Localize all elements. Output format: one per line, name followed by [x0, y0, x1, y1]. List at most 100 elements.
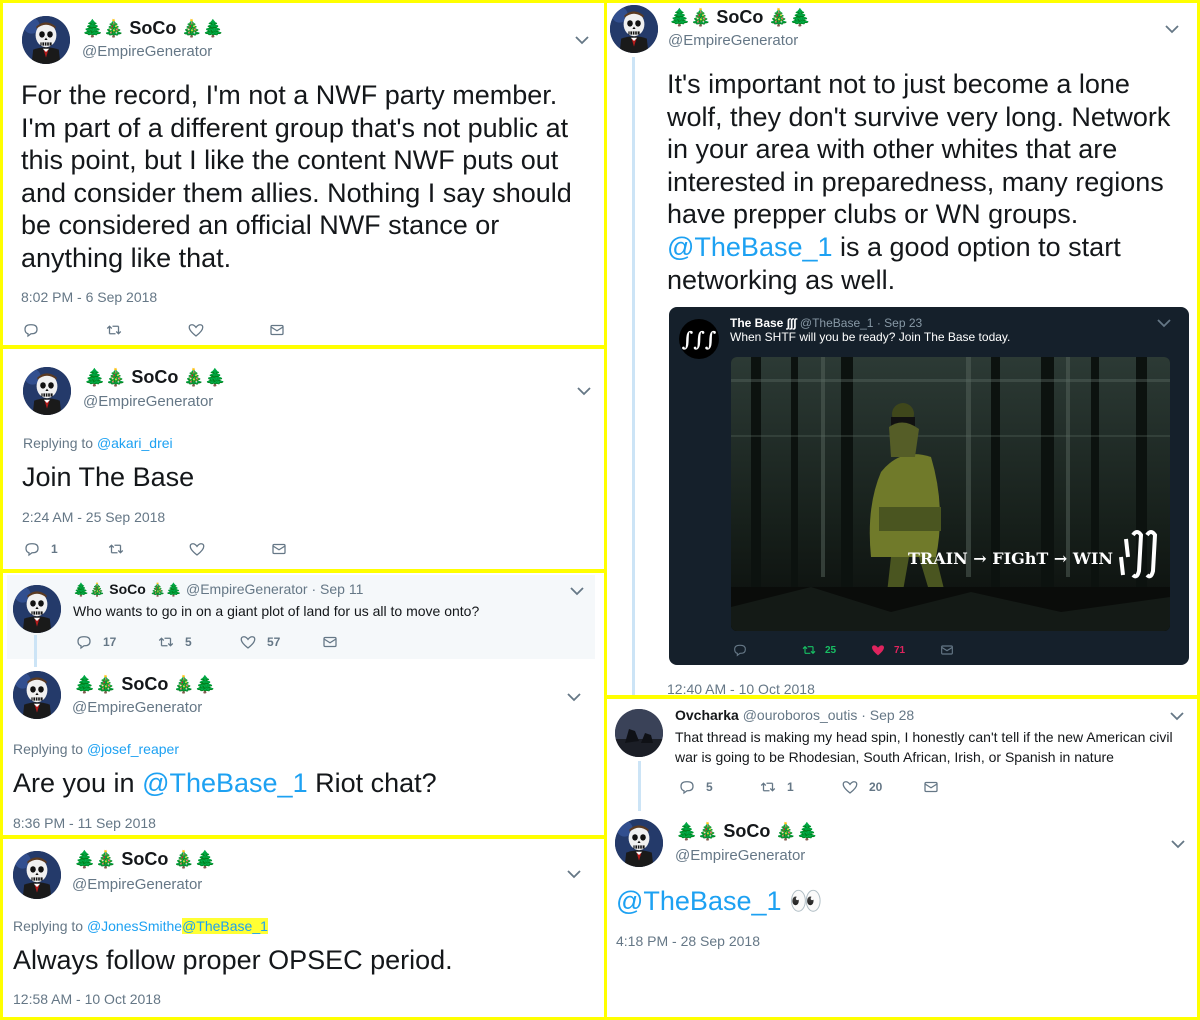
display-name[interactable]: 🌲🎄 SoCo 🎄🌲: [84, 367, 226, 388]
timestamp[interactable]: 2:24 AM - 25 Sep 2018: [22, 509, 165, 525]
like-button[interactable]: 57: [239, 633, 280, 651]
parent-name[interactable]: SoCo: [109, 581, 146, 597]
retweet-icon: [801, 642, 817, 658]
user-handle[interactable]: @EmpireGenerator: [72, 876, 202, 893]
name-text: SoCo: [723, 821, 771, 841]
parent-date[interactable]: · Sep 11: [311, 581, 363, 597]
tweet-panel-3: 🌲🎄 SoCo 🎄🌲 @EmpireGenerator · Sep 11 Who…: [3, 573, 604, 835]
tweet-panel-4: 🌲🎄 SoCo 🎄🌲 @EmpireGenerator Replying to …: [3, 839, 604, 1017]
tree-emoji: 🌲: [84, 368, 106, 387]
quoted-tweet-card[interactable]: ∫∫∫ The Base ∫∫∫ @TheBase_1 · Sep 23 Whe…: [669, 307, 1189, 665]
replying-to-link[interactable]: @akari_drei: [97, 435, 173, 451]
parent-name[interactable]: Ovcharka: [675, 707, 739, 723]
chevron-down-icon[interactable]: [574, 34, 590, 46]
timestamp[interactable]: 12:40 AM - 10 Oct 2018: [667, 681, 815, 695]
display-name[interactable]: 🌲🎄 SoCo 🎄🌲: [74, 674, 216, 695]
timestamp[interactable]: 12:58 AM - 10 Oct 2018: [13, 991, 161, 1007]
quoted-handle[interactable]: @TheBase_1: [800, 316, 874, 330]
heart-icon: [841, 778, 859, 796]
parent-handle[interactable]: @EmpireGenerator: [186, 581, 308, 597]
text-part: Are you in: [13, 768, 143, 798]
avatar[interactable]: [22, 16, 70, 64]
mention-link[interactable]: @TheBase_1: [142, 768, 308, 798]
heart-icon: [870, 642, 886, 658]
retweet-button[interactable]: 25: [801, 642, 836, 658]
parent-tweet[interactable]: Ovcharka @ouroboros_outis · Sep 28 That …: [607, 699, 1197, 804]
chevron-down-icon[interactable]: [569, 585, 585, 597]
heart-icon[interactable]: [187, 321, 205, 339]
user-handle[interactable]: @EmpireGenerator: [72, 699, 202, 716]
user-handle[interactable]: @EmpireGenerator: [82, 43, 212, 60]
heart-icon[interactable]: [188, 540, 206, 558]
reply-icon[interactable]: [732, 642, 748, 658]
envelope-icon[interactable]: [270, 540, 288, 558]
thread-line: [34, 635, 37, 667]
avatar[interactable]: [13, 851, 61, 899]
reply-button[interactable]: 1: [23, 540, 58, 558]
avatar[interactable]: [615, 819, 663, 867]
user-handle[interactable]: @EmpireGenerator: [675, 847, 805, 864]
avatar[interactable]: [610, 5, 658, 53]
retweet-button[interactable]: 1: [759, 778, 794, 796]
tweet-panel-5: 🌲🎄 SoCo 🎄🌲 @EmpireGenerator It's importa…: [607, 3, 1197, 695]
ovcharka-avatar[interactable]: [615, 709, 663, 757]
envelope-icon[interactable]: [321, 633, 339, 651]
name-text: SoCo: [121, 849, 169, 869]
heart-icon: [239, 633, 257, 651]
chevron-down-icon[interactable]: [1170, 838, 1186, 850]
parent-handle[interactable]: @ouroboros_outis: [743, 707, 858, 723]
chevron-down-icon[interactable]: [566, 868, 582, 880]
parent-tweet[interactable]: 🌲🎄 SoCo 🎄🌲 @EmpireGenerator · Sep 11 Who…: [7, 575, 595, 659]
reply-icon[interactable]: [22, 321, 40, 339]
tree-emoji: 🌲: [669, 8, 691, 27]
timestamp[interactable]: 8:36 PM - 11 Sep 2018: [13, 815, 156, 831]
chevron-down-icon[interactable]: [576, 385, 592, 397]
retweet-button[interactable]: 5: [157, 633, 192, 651]
retweet-icon: [157, 633, 175, 651]
envelope-icon[interactable]: [939, 642, 955, 658]
display-name[interactable]: 🌲🎄 SoCo 🎄🌲: [82, 18, 224, 39]
chevron-down-icon[interactable]: [1156, 317, 1172, 329]
replying-to-link-highlighted[interactable]: @TheBase_1: [182, 918, 268, 934]
replying-to-link[interactable]: @josef_reaper: [87, 741, 179, 757]
display-name[interactable]: 🌲🎄 SoCo 🎄🌲: [669, 7, 811, 28]
xmas-tree-emoji: 🎄: [690, 8, 712, 27]
like-count: 57: [267, 635, 281, 649]
envelope-icon[interactable]: [268, 321, 286, 339]
display-name[interactable]: 🌲🎄 SoCo 🎄🌲: [74, 849, 216, 870]
chevron-down-icon[interactable]: [566, 691, 582, 703]
avatar[interactable]: [23, 367, 71, 415]
reply-button[interactable]: 5: [678, 778, 713, 796]
timestamp[interactable]: 4:18 PM - 28 Sep 2018: [616, 933, 760, 949]
parent-date[interactable]: · Sep 28: [861, 707, 914, 723]
xmas-tree-emoji: 🎄: [95, 675, 117, 694]
quoted-date[interactable]: · Sep 23: [877, 316, 922, 330]
tweet-panel-2: 🌲🎄 SoCo 🎄🌲 @EmpireGenerator Replying to …: [3, 349, 604, 569]
quoted-image[interactable]: TRAIN → FIGhT → WIN: [731, 357, 1170, 631]
chevron-down-icon[interactable]: [1164, 23, 1180, 35]
base-logo-avatar[interactable]: ∫∫∫: [679, 319, 719, 359]
avatar[interactable]: [13, 585, 61, 633]
mention-link[interactable]: @TheBase_1: [667, 232, 833, 262]
user-handle[interactable]: @EmpireGenerator: [83, 393, 213, 410]
avatar[interactable]: [13, 671, 61, 719]
tree-emoji: 🌲: [82, 19, 104, 38]
retweet-icon: [759, 778, 777, 796]
xmas-tree-emoji: 🎄: [95, 850, 117, 869]
mention-link[interactable]: @TheBase_1: [616, 886, 782, 916]
text-part: Riot chat?: [307, 768, 437, 798]
retweet-icon[interactable]: [107, 540, 125, 558]
timestamp[interactable]: 8:02 PM - 6 Sep 2018: [21, 289, 157, 305]
tree-emoji: 🌲: [789, 8, 811, 27]
like-button[interactable]: 20: [841, 778, 882, 796]
user-handle[interactable]: @EmpireGenerator: [668, 32, 798, 49]
replying-prefix: Replying to: [13, 918, 84, 934]
chevron-down-icon[interactable]: [1169, 710, 1185, 722]
like-button[interactable]: 71: [870, 642, 905, 658]
display-name[interactable]: 🌲🎄 SoCo 🎄🌲: [676, 821, 818, 842]
replying-to-link[interactable]: @JonesSmithe: [87, 918, 182, 934]
envelope-icon[interactable]: [922, 778, 940, 796]
quoted-name[interactable]: The Base ∫∫∫: [730, 316, 797, 330]
reply-button[interactable]: 17: [75, 633, 116, 651]
retweet-icon[interactable]: [105, 321, 123, 339]
